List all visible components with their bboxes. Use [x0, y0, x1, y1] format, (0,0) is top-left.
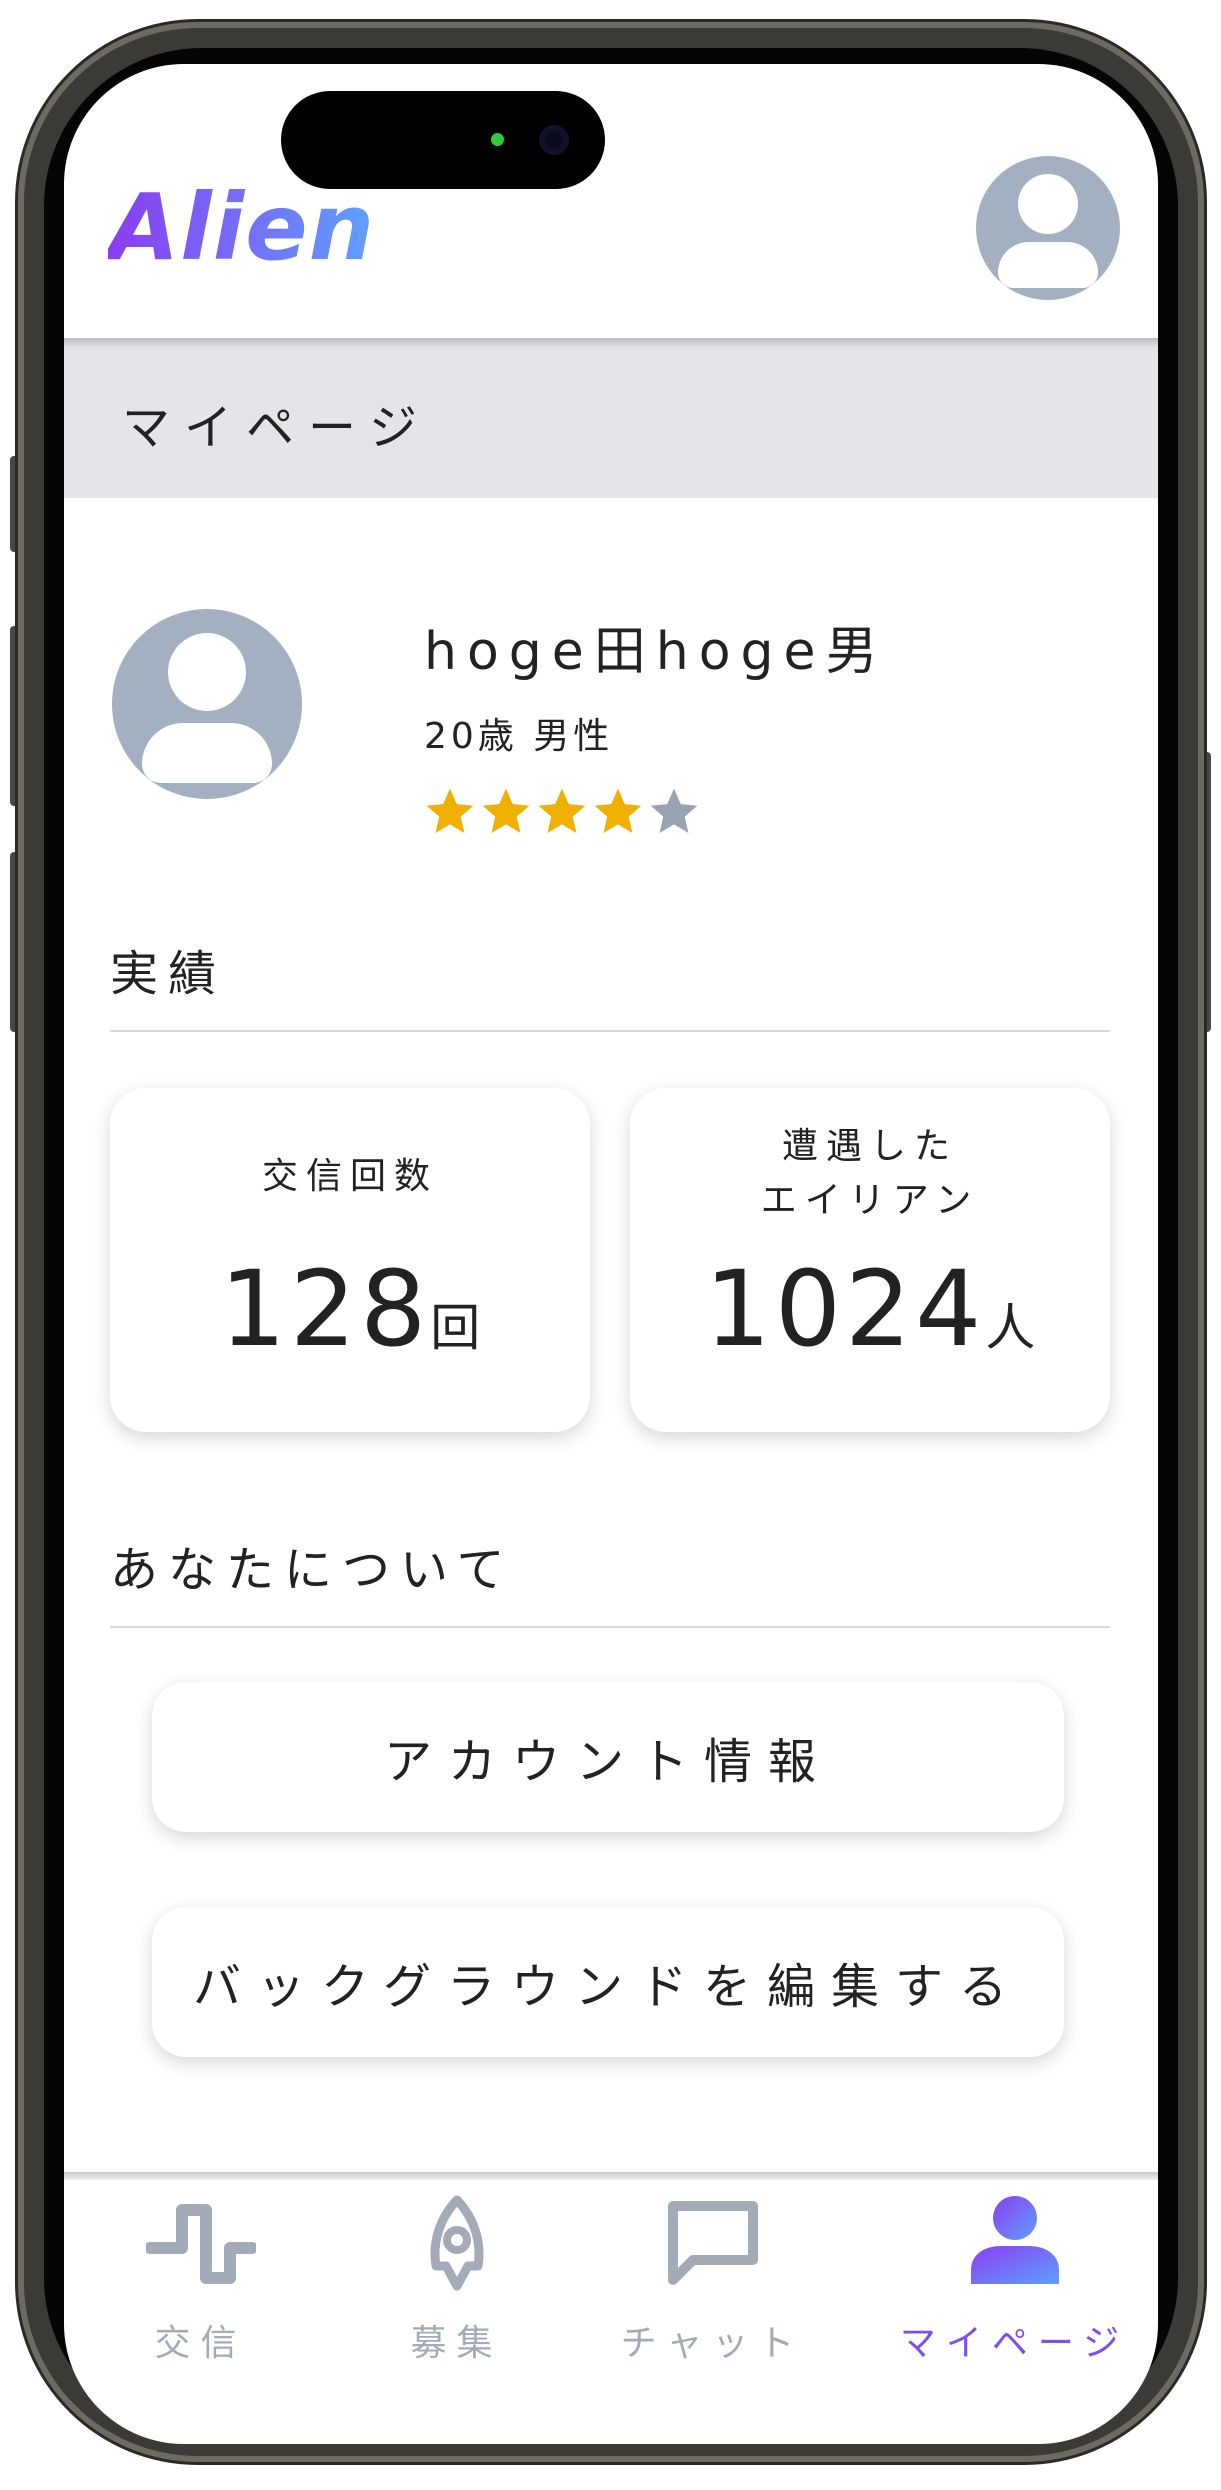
tab-label: マイページ — [899, 2323, 1130, 2364]
account-info-button[interactable]: アカウント情報 — [152, 1682, 1064, 1832]
avatar-body-shape — [998, 242, 1098, 288]
star-icon — [594, 788, 642, 833]
stat-card-number: 128 — [219, 1248, 431, 1370]
page-title: マイページ — [122, 400, 432, 456]
about-heading: あなたについて — [110, 1542, 515, 1598]
rocket-icon — [430, 2195, 483, 2291]
stat-card-value: 128回 — [110, 1248, 590, 1370]
tab-label: 募集 — [410, 2323, 503, 2364]
achievements-divider — [110, 1030, 1110, 1032]
profile-name: hoge田hoge男 — [424, 622, 888, 682]
star-icon — [650, 788, 698, 833]
header-avatar-button[interactable] — [976, 156, 1120, 300]
pulse-icon — [145, 2204, 256, 2284]
star-icon — [538, 788, 586, 833]
person-icon — [970, 2196, 1059, 2284]
avatar-body-shape — [142, 723, 272, 783]
tab-label: チャット — [620, 2323, 805, 2364]
stat-card-label: 遭遇した — [781, 1126, 958, 1167]
tab-chat[interactable]: チャット — [576, 2180, 849, 2380]
avatar-head-shape — [168, 633, 246, 711]
stat-card-unit: 人 — [985, 1299, 1036, 1357]
chat-bubble-icon — [667, 2201, 758, 2285]
stat-card-label: エイリアン — [760, 1180, 980, 1221]
profile-age-gender: 20歳 男性 — [424, 716, 614, 757]
stat-card-label: 交信回数 — [261, 1156, 438, 1197]
edit-background-button[interactable]: バックグラウンドを編集する — [152, 1907, 1064, 2057]
rating-stars — [422, 784, 702, 840]
stat-card-aliens: 遭遇した エイリアン 1024人 — [630, 1088, 1110, 1432]
dynamic-island — [281, 91, 605, 189]
stat-card-unit: 回 — [430, 1299, 481, 1357]
stat-card-number: 1024 — [704, 1248, 986, 1370]
header-divider — [64, 338, 1158, 348]
achievements-heading: 実績 — [110, 946, 227, 1002]
star-icon — [482, 788, 530, 833]
tab-mypage[interactable]: マイページ — [878, 2180, 1151, 2380]
tab-recruit[interactable]: 募集 — [320, 2180, 593, 2380]
app-logo: Alien — [108, 174, 376, 281]
page-title-bar: マイページ — [64, 348, 1158, 498]
avatar-head-shape — [1018, 174, 1078, 234]
stat-card-value: 1024人 — [630, 1248, 1110, 1370]
screen: Alien マイページ hoge田hoge男 20歳 男性 実績 交信回数 12… — [64, 64, 1158, 2444]
indicator-dot — [491, 133, 504, 146]
tab-contact[interactable]: 交信 — [64, 2180, 337, 2380]
about-divider — [110, 1626, 1110, 1628]
profile-avatar — [112, 609, 302, 799]
star-icon — [426, 788, 474, 833]
tab-label: 交信 — [154, 2323, 247, 2364]
stat-card-contacts: 交信回数 128回 — [110, 1088, 590, 1432]
tabbar-divider — [64, 2172, 1158, 2180]
front-camera — [539, 125, 569, 155]
